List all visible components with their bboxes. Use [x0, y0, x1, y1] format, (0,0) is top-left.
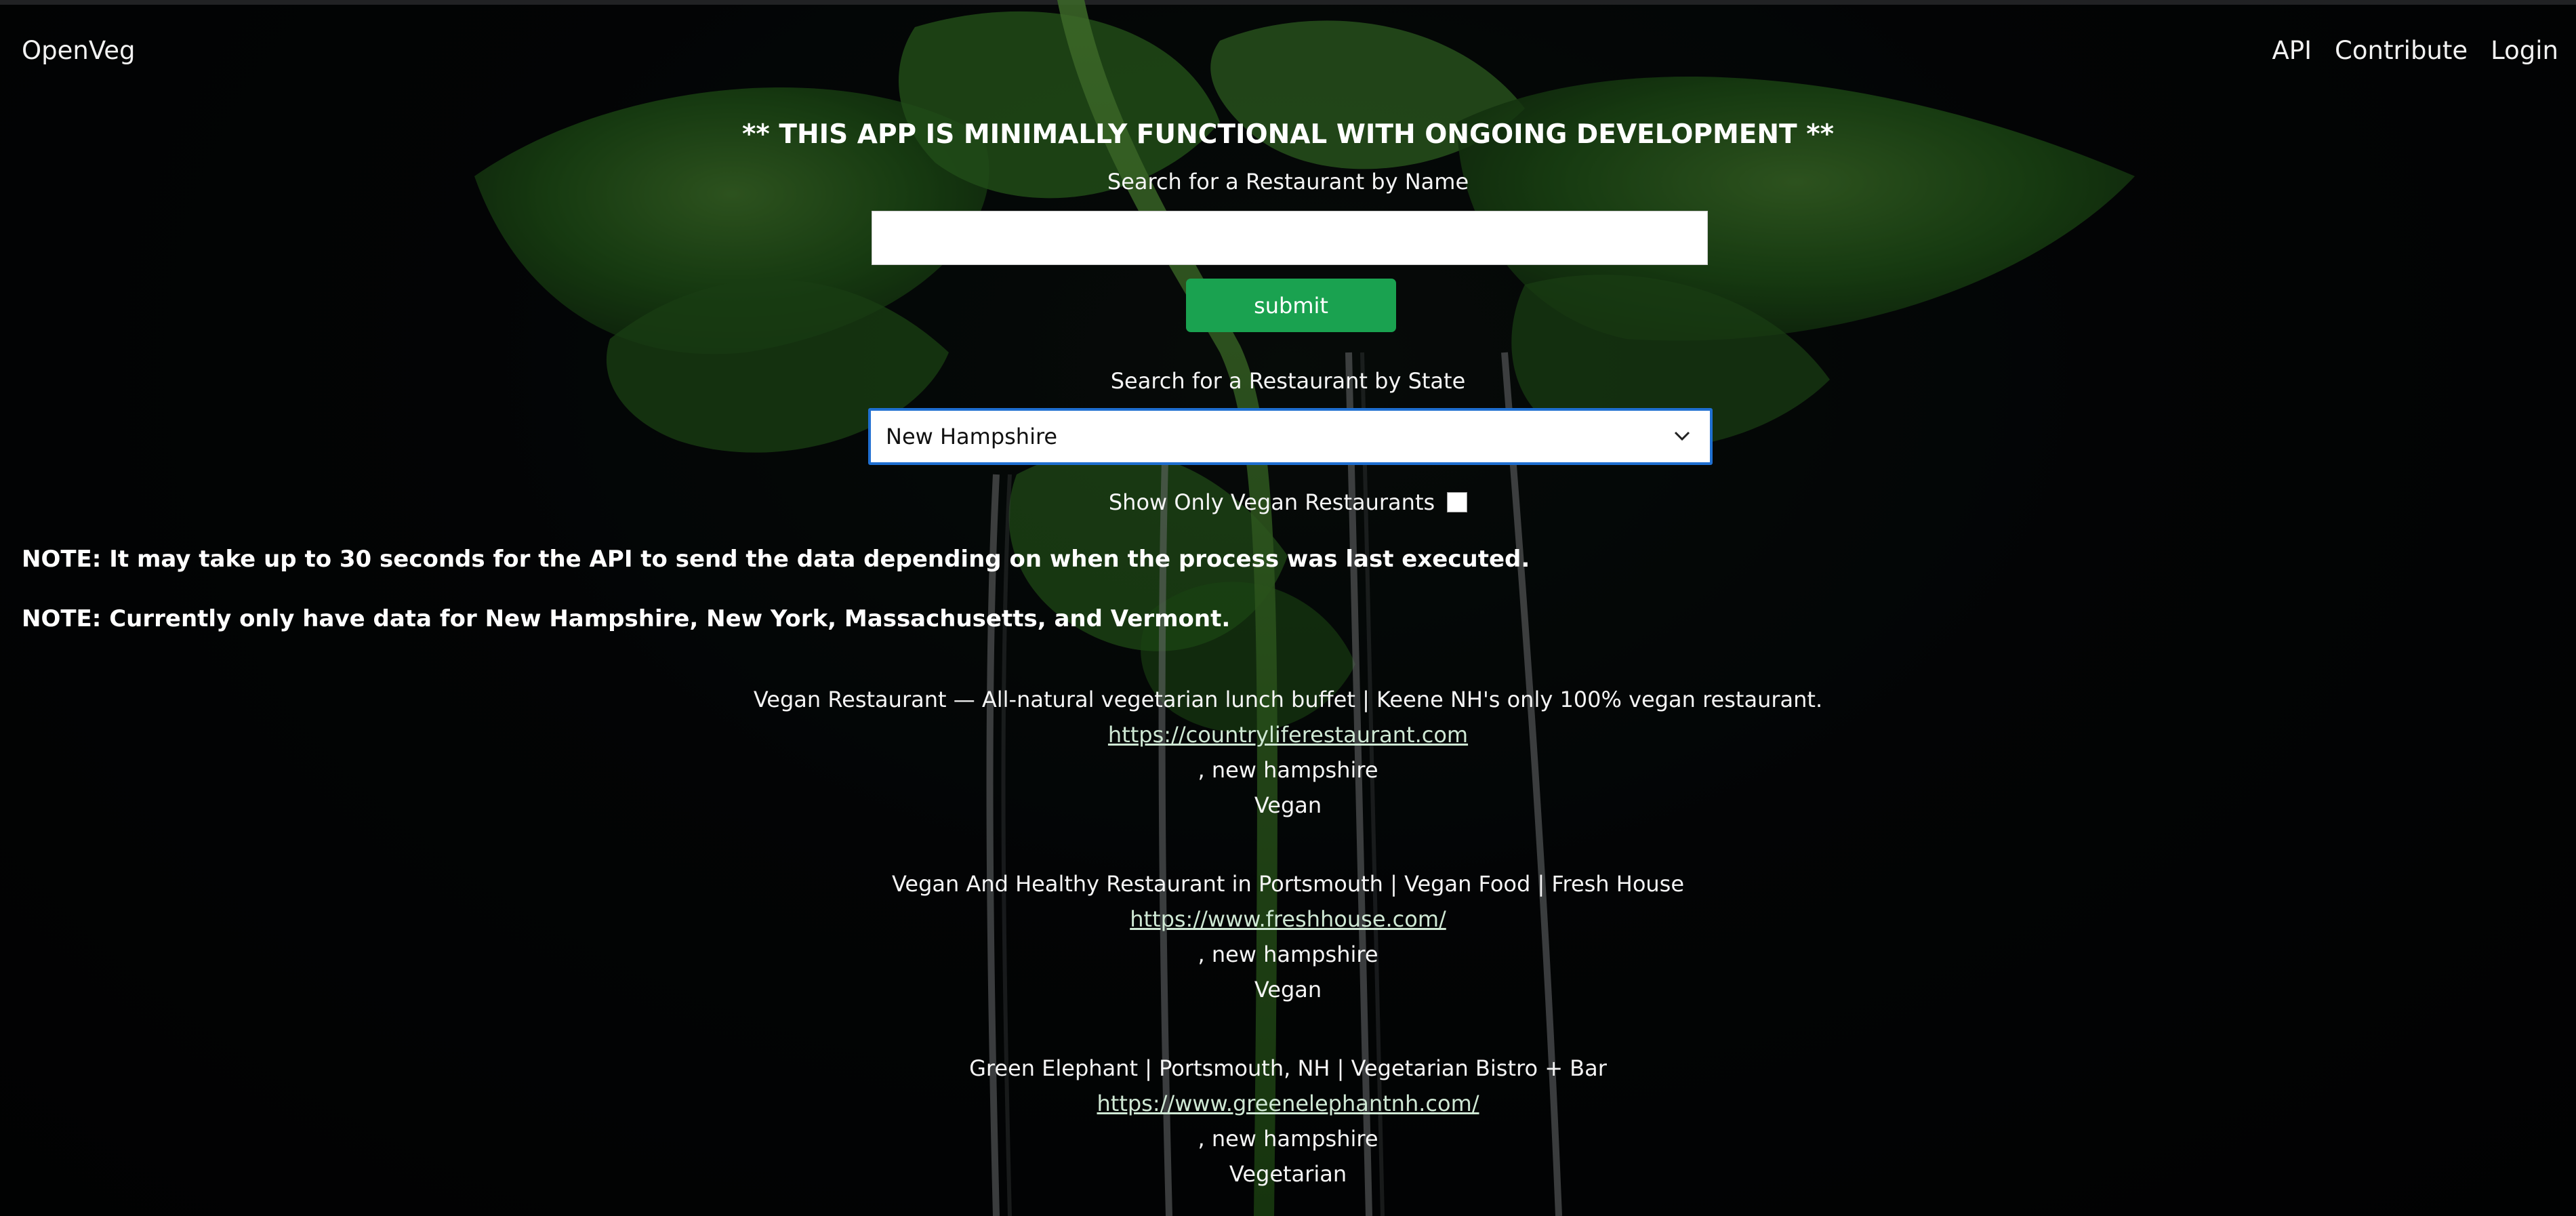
result-link[interactable]: https://countryliferestaurant.com — [0, 717, 2576, 752]
vegan-filter-label: Show Only Vegan Restaurants — [1108, 489, 1435, 515]
result-title: Vegan And Healthy Restaurant in Portsmou… — [891, 871, 1685, 897]
state-select[interactable]: New Hampshire — [868, 408, 1713, 465]
search-by-state-label: Search for a Restaurant by State — [1110, 368, 1466, 394]
vegan-only-checkbox[interactable] — [1447, 492, 1468, 512]
result-item: Green Elephant | Portsmouth, NH | Vegeta… — [0, 1051, 2576, 1192]
vegan-filter-row: Show Only Vegan Restaurants — [0, 489, 2576, 515]
development-warning-banner: ** THIS APP IS MINIMALLY FUNCTIONAL WITH… — [741, 119, 1835, 150]
result-location: , new hampshire — [1198, 941, 1378, 967]
result-item: Vegan And Healthy Restaurant in Portsmou… — [0, 866, 2576, 1007]
result-type: Vegan — [1254, 977, 1322, 1002]
result-type: Vegan — [1254, 792, 1322, 818]
submit-button[interactable]: submit — [1186, 279, 1396, 332]
result-location: , new hampshire — [1198, 1126, 1378, 1152]
main-content: ** THIS APP IS MINIMALLY FUNCTIONAL WITH… — [0, 0, 2576, 1216]
result-location: , new hampshire — [1198, 757, 1378, 783]
result-type: Vegetarian — [1229, 1161, 1347, 1187]
result-title: Green Elephant | Portsmouth, NH | Vegeta… — [969, 1055, 1607, 1081]
search-by-name-label: Search for a Restaurant by Name — [1107, 169, 1469, 195]
result-title: Vegan Restaurant — All-natural vegetaria… — [753, 687, 1823, 712]
api-delay-note: NOTE: It may take up to 30 seconds for t… — [22, 546, 1530, 573]
result-item: Vegan Restaurant — All-natural vegetaria… — [0, 682, 2576, 823]
openveg-page: OpenVeg API Contribute Login ** THIS APP… — [0, 0, 2576, 1216]
result-link[interactable]: https://www.greenelephantnh.com/ — [0, 1086, 2576, 1121]
chevron-down-icon — [1674, 431, 1690, 441]
restaurant-name-input[interactable] — [872, 211, 1708, 265]
state-select-value: New Hampshire — [886, 424, 1058, 449]
data-coverage-note: NOTE: Currently only have data for New H… — [22, 605, 1231, 632]
result-link[interactable]: https://www.freshhouse.com/ — [0, 901, 2576, 937]
